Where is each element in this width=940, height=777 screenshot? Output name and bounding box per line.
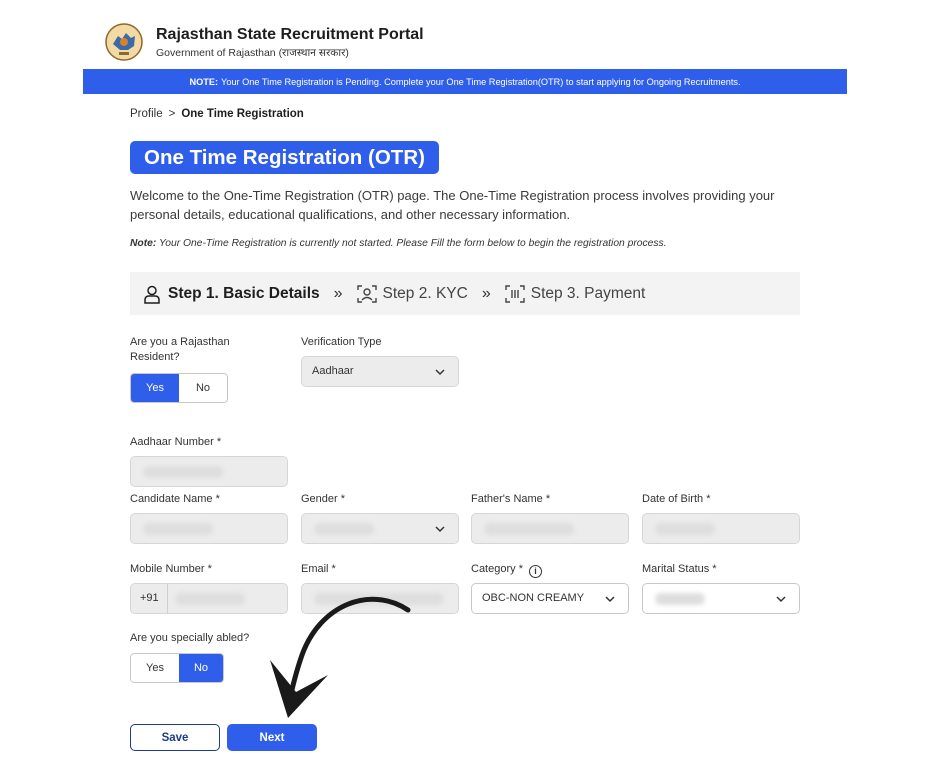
redacted-value [175,593,245,605]
page-title: One Time Registration (OTR) [130,141,439,174]
father-name-input[interactable] [471,513,629,544]
site-header: Rajasthan State Recruitment Portal Gover… [104,22,424,62]
intro-text: Welcome to the One-Time Registration (OT… [130,188,775,222]
email-input[interactable] [301,583,459,614]
next-button[interactable]: Next [227,724,317,751]
registration-steps: Step 1. Basic Details » Step 2. KYC » St… [130,272,800,315]
dob-label: Date of Birth * [642,493,711,505]
category-value: OBC-NON CREAMY [482,592,585,604]
resident-toggle: Yes No [130,373,228,403]
note-text: Your One-Time Registration is currently … [159,238,667,249]
redacted-value [143,523,213,535]
redacted-value [655,593,705,605]
redacted-value [655,523,715,535]
step-separator: » [333,284,343,302]
face-scan-icon [356,284,377,303]
breadcrumb-current: One Time Registration [181,108,304,120]
gender-select[interactable] [301,513,459,544]
header-text: Rajasthan State Recruitment Portal Gover… [156,25,424,60]
step-kyc[interactable]: Step 2. KYC [356,284,468,304]
specially-abled-no-option[interactable]: No [179,654,223,682]
step-payment[interactable]: Step 3. Payment [505,284,646,304]
verification-type-select[interactable]: Aadhaar [301,356,459,387]
category-label-text: Category * [471,563,523,575]
step-3-label: Step 3. Payment [530,284,646,302]
redacted-value [484,523,574,535]
marital-status-select[interactable] [642,583,800,614]
chevron-down-icon [776,596,786,603]
registration-note: Note: Your One-Time Registration is curr… [130,238,667,249]
redacted-value [143,466,223,478]
email-label: Email * [301,563,336,575]
candidate-name-label: Candidate Name * [130,493,220,505]
aadhaar-number-label: Aadhaar Number * [130,436,222,448]
specially-abled-yes-option[interactable]: Yes [131,654,179,682]
resident-label: Are you a Rajasthan Resident? [130,336,230,363]
portal-title: Rajasthan State Recruitment Portal [156,25,424,43]
breadcrumb: Profile > One Time Registration [130,108,304,120]
save-button[interactable]: Save [130,724,220,751]
step-basic-details[interactable]: Step 1. Basic Details [142,284,320,304]
info-icon[interactable]: i [528,565,542,578]
mobile-prefix-divider [167,584,168,613]
mobile-number-input[interactable]: +91 [130,583,288,614]
step-1-label: Step 1. Basic Details [168,284,320,302]
category-label: Category * i [471,562,542,578]
notice-prefix: NOTE: [189,76,219,87]
specially-abled-toggle: Yes No [130,653,224,683]
father-name-label: Father's Name * [471,493,551,505]
otr-pending-notice: NOTE: Your One Time Registration is Pend… [83,69,847,94]
dob-input[interactable] [642,513,800,544]
chevron-down-icon [605,596,615,603]
marital-status-label: Marital Status * [642,563,717,575]
chevron-down-icon [435,526,445,533]
verification-type-label: Verification Type [301,336,382,348]
breadcrumb-profile[interactable]: Profile [130,108,163,120]
resident-yes-option[interactable]: Yes [131,374,179,402]
mobile-country-code: +91 [140,592,159,604]
gender-label: Gender * [301,493,346,505]
breadcrumb-separator: > [168,108,176,120]
candidate-name-input[interactable] [130,513,288,544]
resident-no-option[interactable]: No [179,374,227,402]
aadhaar-number-input[interactable] [130,456,288,487]
category-select[interactable]: OBC-NON CREAMY [471,583,629,614]
chevron-down-icon [435,369,445,376]
user-icon [144,285,160,304]
redacted-value [314,593,444,605]
step-separator: » [481,284,491,302]
notice-text: Your One Time Registration is Pending. C… [221,76,741,87]
note-prefix: Note: [130,238,157,249]
verification-type-value: Aadhaar [312,365,354,377]
specially-abled-label: Are you specially abled? [130,632,250,644]
barcode-scan-icon [505,284,525,303]
portal-subtitle: Government of Rajasthan (राजस्थान सरकार) [156,46,349,59]
rajasthan-emblem-icon [105,23,143,61]
mobile-number-label: Mobile Number * [130,563,212,575]
step-2-label: Step 2. KYC [382,284,468,302]
redacted-value [314,523,374,535]
